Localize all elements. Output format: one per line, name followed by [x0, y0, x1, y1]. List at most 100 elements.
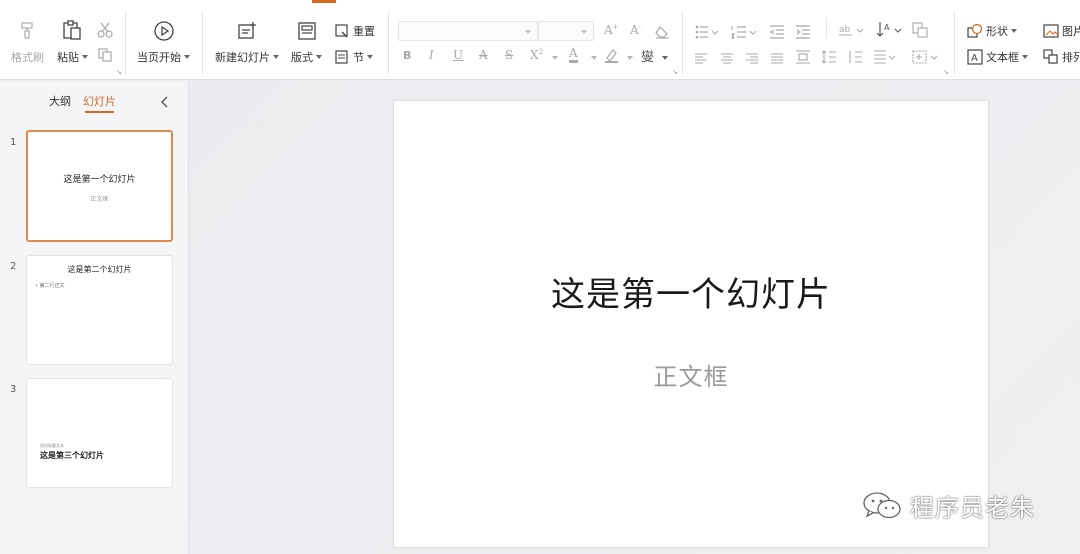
layout-button[interactable]: 版式 [291, 49, 322, 65]
align-center-icon[interactable] [720, 50, 734, 69]
increase-indent-icon[interactable] [795, 24, 811, 43]
picture-icon [1043, 24, 1059, 38]
separator [202, 12, 203, 74]
section-dropdown-icon[interactable] [367, 55, 373, 59]
textbox-label: 文本框 [986, 51, 1019, 64]
layout-icon[interactable] [296, 20, 318, 46]
arrange-icon [1043, 49, 1058, 64]
phonetic-icon[interactable]: 燮 [641, 46, 654, 65]
font-name-dropdown-icon[interactable] [525, 30, 531, 34]
decrease-font-size-icon[interactable]: A- [630, 23, 641, 37]
strikethrough-icon[interactable]: A [479, 48, 488, 62]
superscript-dropdown-icon[interactable] [552, 56, 558, 60]
textbox-button[interactable]: A 文本框 [967, 49, 1028, 65]
layout-dropdown-icon[interactable] [316, 55, 322, 59]
thumbnail-subtitle: 正文框 [90, 196, 109, 203]
thumbnail-bullet: • 第二行正文 [35, 283, 65, 289]
copy-icon[interactable] [97, 47, 113, 67]
format-painter-label[interactable]: 格式刷 [11, 49, 44, 65]
format-painter-icon[interactable] [18, 20, 38, 44]
font-color-icon[interactable]: A [569, 46, 578, 63]
paragraph-options-icon[interactable] [873, 49, 897, 68]
play-dropdown-icon[interactable] [184, 55, 190, 59]
separator [682, 12, 683, 74]
active-tab-indicator [312, 0, 336, 3]
clear-format-icon[interactable] [654, 24, 670, 43]
align-left-icon[interactable] [694, 50, 708, 69]
font-group-expander-icon[interactable]: ↘ [672, 68, 678, 76]
text-align-vertical-icon[interactable] [912, 49, 940, 68]
italic-icon[interactable]: I [429, 48, 434, 62]
paste-dropdown-icon[interactable] [82, 55, 88, 59]
increase-font-size-icon[interactable]: A+ [604, 23, 619, 37]
slide-thumbnail-1[interactable]: 这是第一个幻灯片 正文框 [26, 130, 173, 242]
convert-icon[interactable] [912, 22, 928, 42]
separator [826, 18, 827, 38]
phonetic-dropdown-icon[interactable] [662, 56, 668, 60]
textbox-dropdown-icon[interactable] [1022, 55, 1028, 59]
section-button[interactable]: 节 [334, 49, 373, 65]
cut-icon[interactable] [96, 21, 114, 43]
underline-icon[interactable]: U [453, 48, 463, 62]
thumbnail-title: 这是第二个幻灯片 [67, 265, 132, 274]
shape-label: 形状 [986, 25, 1008, 38]
watermark-text: 程序员老朱 [910, 494, 1035, 522]
slide-sidebar: 大纲 幻灯片 1 这是第一个幻灯片 正文框 2 这是第二个幻灯片 • 第二行正文… [0, 81, 189, 554]
tab-slides[interactable]: 幻灯片 [83, 93, 116, 113]
slide-thumbnail-3[interactable]: 测试标题文本 这是第三个幻灯片 [26, 378, 173, 488]
paste-icon[interactable] [61, 19, 83, 45]
slide-body-placeholder[interactable]: 正文框 [394, 357, 988, 392]
font-color-dropdown-icon[interactable] [591, 56, 597, 60]
numbered-list-icon[interactable] [731, 24, 757, 43]
decrease-indent-icon[interactable] [769, 24, 785, 43]
new-slide-dropdown-icon[interactable] [273, 55, 279, 59]
sort-icon[interactable]: A [876, 21, 902, 43]
font-size-dropdown-icon[interactable] [581, 30, 587, 34]
highlight-icon[interactable] [604, 47, 620, 67]
font-name-select[interactable] [398, 21, 538, 41]
thumbnail-number: 3 [10, 384, 17, 395]
slide-thumbnail-2[interactable]: 这是第二个幻灯片 • 第二行正文 [26, 255, 173, 365]
new-slide-icon[interactable] [236, 20, 258, 46]
highlight-dropdown-icon[interactable] [627, 56, 633, 60]
current-slide[interactable]: 这是第一个幻灯片 正文框 [393, 100, 989, 548]
slide-title-placeholder[interactable]: 这是第一个幻灯片 [394, 267, 988, 316]
paragraph-group-expander-icon[interactable]: ↘ [943, 68, 949, 76]
bold-icon[interactable]: B [403, 49, 411, 62]
superscript-icon[interactable]: X2 [530, 48, 543, 62]
thumbnail-number: 2 [10, 261, 17, 272]
clipboard-group-expander-icon[interactable]: ↘ [116, 68, 122, 76]
justify-icon[interactable] [770, 50, 784, 69]
align-right-icon[interactable] [745, 50, 759, 69]
layout-label: 版式 [291, 51, 313, 64]
distribute-icon[interactable] [795, 49, 811, 68]
shape-icon [967, 23, 983, 38]
play-from-current-icon[interactable] [153, 20, 175, 46]
thumbnail-small-text: 测试标题文本 [40, 443, 64, 448]
tab-outline[interactable]: 大纲 [49, 93, 71, 109]
separator [388, 12, 389, 74]
new-slide-button[interactable]: 新建幻灯片 [215, 49, 279, 65]
separator [125, 12, 126, 74]
wechat-logo-icon [863, 491, 901, 518]
line-spacing-icon[interactable] [821, 49, 837, 68]
reset-button[interactable]: 重置 [334, 23, 375, 39]
arrange-button[interactable]: 排列 [1043, 49, 1080, 65]
picture-button[interactable]: 图片 [1043, 23, 1080, 39]
thumbnail-title: 这是第一个幻灯片 [63, 175, 136, 185]
collapse-sidebar-icon[interactable] [159, 93, 171, 108]
shape-dropdown-icon[interactable] [1011, 29, 1017, 33]
shape-button[interactable]: 形状 [967, 23, 1017, 39]
shadow-text-icon[interactable]: S [505, 48, 513, 62]
bullet-list-icon[interactable] [695, 24, 719, 43]
font-size-select[interactable] [538, 21, 594, 41]
text-direction-icon[interactable]: ab [839, 22, 865, 42]
paste-label: 粘贴 [57, 51, 79, 64]
play-from-current-button[interactable]: 当页开始 [137, 49, 190, 65]
paragraph-spacing-icon[interactable] [847, 49, 863, 68]
thumbnail-title: 这是第三个幻灯片 [40, 450, 104, 460]
paste-button[interactable]: 粘贴 [57, 49, 88, 65]
textbox-icon: A [967, 49, 983, 65]
svg-text:A: A [971, 53, 978, 64]
reset-icon [335, 24, 348, 38]
